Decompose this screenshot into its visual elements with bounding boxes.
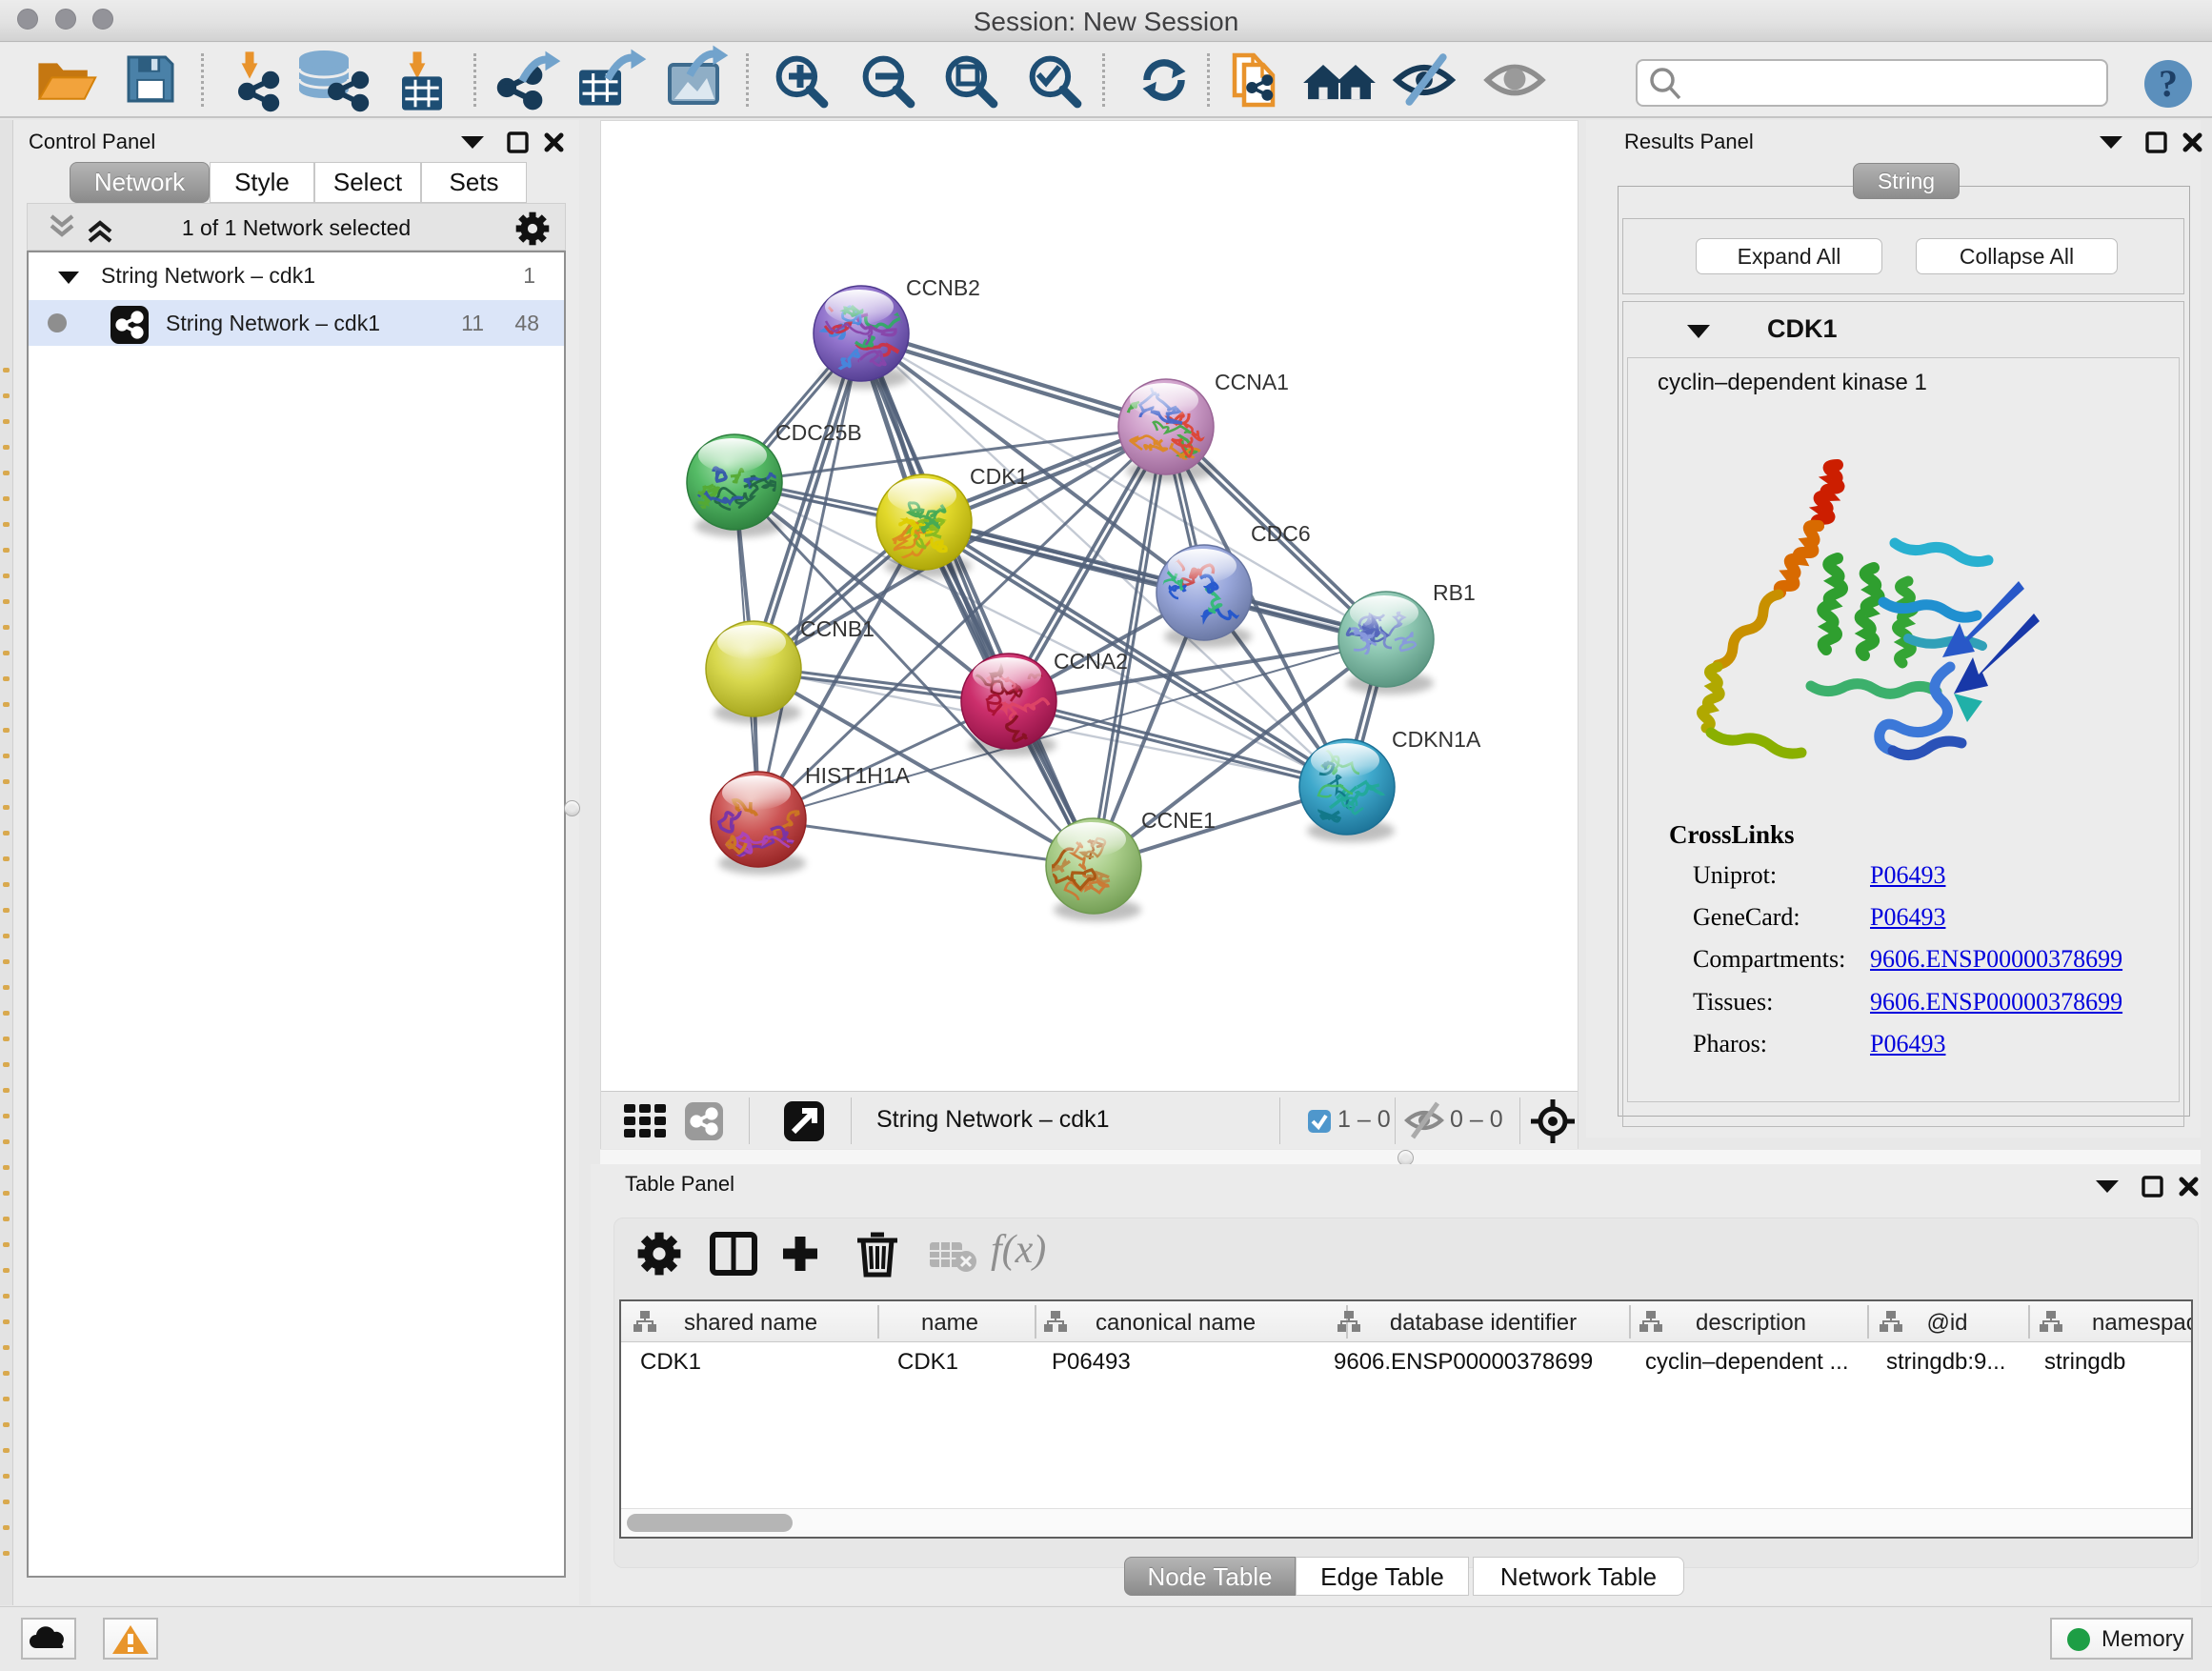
svg-text:shared name: shared name — [684, 1310, 817, 1336]
svg-text:CCNA2: CCNA2 — [1054, 649, 1128, 674]
svg-text:namespace: namespace — [2092, 1310, 2191, 1336]
svg-text:CDKN1A: CDKN1A — [1392, 727, 1481, 752]
svg-text:name: name — [921, 1310, 978, 1336]
svg-text:RB1: RB1 — [1433, 580, 1476, 605]
svg-text:CDK1: CDK1 — [970, 464, 1028, 489]
svg-text:database identifier: database identifier — [1390, 1310, 1577, 1336]
svg-text:CCNB2: CCNB2 — [906, 275, 980, 300]
svg-text:CCNE1: CCNE1 — [1141, 808, 1216, 833]
svg-text:CCNB1: CCNB1 — [800, 616, 875, 641]
svg-text:?: ? — [2159, 62, 2178, 105]
svg-text:CDC6: CDC6 — [1251, 521, 1311, 546]
svg-text:@id: @id — [1926, 1310, 1967, 1336]
svg-text:CDC25B: CDC25B — [775, 420, 862, 445]
svg-text:canonical name: canonical name — [1096, 1310, 1256, 1336]
svg-text:CCNA1: CCNA1 — [1215, 370, 1289, 394]
svg-text:HIST1H1A: HIST1H1A — [805, 763, 911, 788]
svg-text:description: description — [1696, 1310, 1806, 1336]
